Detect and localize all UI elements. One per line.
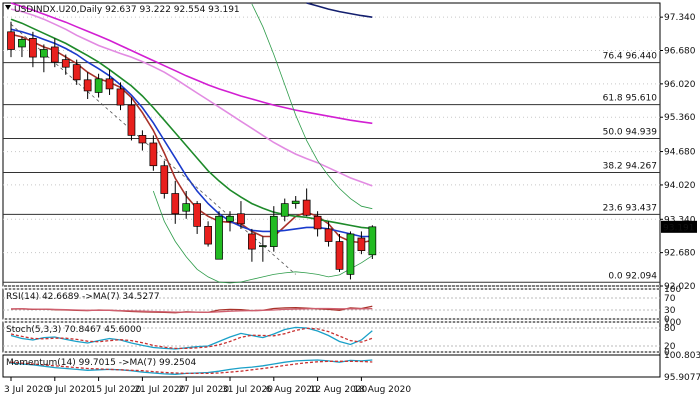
- candle[interactable]: [193, 203, 201, 227]
- pane-frame-0: [2, 2, 661, 287]
- candle[interactable]: [127, 104, 136, 136]
- y-tick-label: 96.020: [664, 80, 696, 90]
- candle[interactable]: [29, 38, 37, 58]
- candle[interactable]: [50, 46, 59, 63]
- candle[interactable]: [291, 200, 300, 204]
- indicator-title: Momentum(14) 99.7015 ->MA(7) 99.2504: [6, 358, 197, 368]
- y-tick-label: 97.340: [664, 13, 696, 23]
- candle[interactable]: [105, 78, 114, 90]
- fib-level-label: 38.2 94.267: [603, 161, 657, 171]
- candle[interactable]: [357, 237, 366, 251]
- candle[interactable]: [94, 78, 103, 93]
- x-tick-label: 9 Jul 2020: [47, 385, 92, 395]
- candle[interactable]: [280, 203, 289, 217]
- candle[interactable]: [160, 165, 169, 194]
- candle[interactable]: [18, 39, 26, 48]
- candle[interactable]: [269, 215, 278, 247]
- indicator-title: RSI(14) 42.6689 ->MA(7) 34.5277: [6, 292, 160, 302]
- candle[interactable]: [149, 142, 158, 167]
- candle[interactable]: [182, 203, 191, 212]
- indicator-title: Stoch(5,3,3) 70.8467 45.6000: [6, 325, 142, 335]
- last-price-label: 93.191: [663, 223, 695, 233]
- ma-line-4: [10, 8, 373, 187]
- x-tick-label: 3 Jul 2020: [4, 385, 49, 395]
- indicator-tick-label: 100.8032: [664, 351, 700, 361]
- indicator-tick-label: 80: [664, 324, 676, 334]
- candle[interactable]: [138, 135, 147, 144]
- y-tick-label: 94.020: [664, 181, 696, 191]
- x-tick-label: 18 Aug 2020: [353, 385, 411, 395]
- candle[interactable]: [61, 59, 70, 68]
- candle[interactable]: [7, 31, 15, 50]
- candle[interactable]: [204, 226, 212, 245]
- fib-level-label: 0.0 92.094: [608, 271, 657, 281]
- candle[interactable]: [116, 88, 125, 106]
- candle[interactable]: [171, 193, 180, 215]
- fib-level-label: 76.4 96.440: [603, 52, 658, 62]
- fib-level-label: 61.8 95.610: [603, 94, 658, 104]
- candle[interactable]: [346, 233, 355, 275]
- candle[interactable]: [335, 241, 344, 270]
- chart-window: 97.340 96.680 96.020 95.360 94.680 94.020 93.3…: [0, 0, 700, 400]
- candle[interactable]: [313, 215, 322, 230]
- fib-level-label: 50.0 94.939: [603, 127, 658, 137]
- candle[interactable]: [324, 228, 333, 242]
- candle[interactable]: [248, 233, 256, 250]
- candle[interactable]: [72, 64, 81, 81]
- candle[interactable]: [302, 199, 311, 216]
- candle[interactable]: [259, 245, 267, 247]
- candle[interactable]: [39, 49, 48, 58]
- candle[interactable]: [226, 215, 234, 222]
- y-tick-label: 92.680: [664, 249, 696, 259]
- indicator-tick-label: 95.9077: [664, 373, 700, 383]
- candle[interactable]: [215, 215, 223, 260]
- candle[interactable]: [83, 79, 92, 92]
- candle[interactable]: [237, 213, 245, 225]
- collapse-arrow-icon[interactable]: [5, 5, 11, 10]
- y-tick-label: 96.680: [664, 47, 696, 57]
- y-tick-label: 95.360: [664, 113, 696, 123]
- indicator-tick-label: 70: [664, 294, 676, 304]
- ma-line-6: [251, 3, 373, 210]
- fib-level-label: 23.6 93.437: [603, 203, 657, 213]
- candlestick-chart[interactable]: 97.34096.68096.02095.36094.68094.02093.3…: [0, 0, 700, 400]
- chart-title: USDINDX.U20,Daily 92.637 93.222 92.554 9…: [14, 5, 240, 15]
- y-tick-label: 94.680: [664, 148, 696, 158]
- ma-line-5: [306, 2, 373, 18]
- candle[interactable]: [368, 226, 377, 256]
